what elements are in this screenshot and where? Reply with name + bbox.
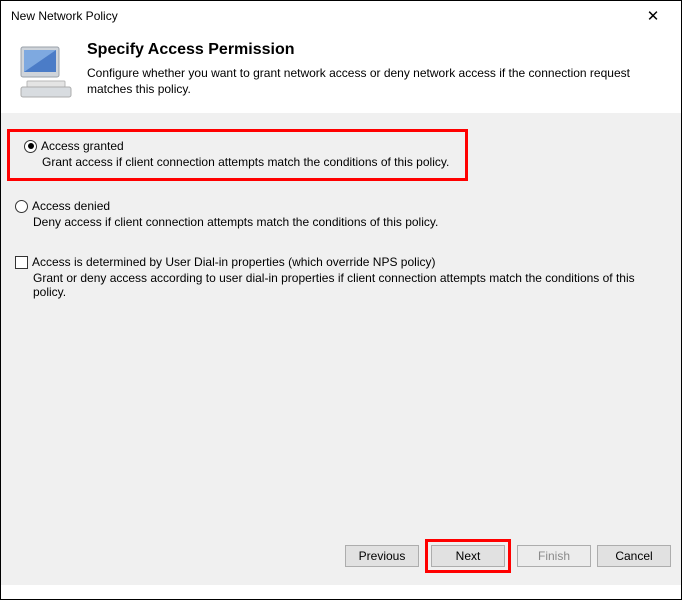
option-desc-denied: Deny access if client connection attempt… xyxy=(33,215,669,229)
close-icon: ✕ xyxy=(647,7,660,25)
highlight-access-granted: Access granted Grant access if client co… xyxy=(7,129,468,181)
page-description: Configure whether you want to grant netw… xyxy=(87,65,667,97)
highlight-next-button: Next xyxy=(425,539,511,573)
radio-icon xyxy=(24,140,37,153)
monitor-icon xyxy=(15,41,73,99)
close-button[interactable]: ✕ xyxy=(633,2,673,30)
radio-icon xyxy=(15,200,28,213)
radio-label: Access denied xyxy=(32,199,110,213)
option-desc-dialin: Grant or deny access according to user d… xyxy=(33,271,669,299)
finish-button: Finish xyxy=(517,545,591,567)
next-button[interactable]: Next xyxy=(431,545,505,567)
window-title: New Network Policy xyxy=(11,9,118,23)
checkbox-dialin[interactable]: Access is determined by User Dial-in pro… xyxy=(15,255,669,269)
wizard-header: Specify Access Permission Configure whet… xyxy=(1,31,681,113)
radio-access-granted[interactable]: Access granted xyxy=(24,139,449,153)
radio-access-denied[interactable]: Access denied xyxy=(15,199,669,213)
wizard-buttons: Previous Next Finish Cancel xyxy=(345,539,671,573)
page-title: Specify Access Permission xyxy=(87,41,667,59)
cancel-button[interactable]: Cancel xyxy=(597,545,671,567)
radio-label: Access granted xyxy=(41,139,124,153)
titlebar: New Network Policy ✕ xyxy=(1,1,681,31)
previous-button[interactable]: Previous xyxy=(345,545,419,567)
checkbox-label: Access is determined by User Dial-in pro… xyxy=(32,255,435,269)
option-desc-granted: Grant access if client connection attemp… xyxy=(42,155,449,169)
checkbox-icon xyxy=(15,256,28,269)
content-area: Access granted Grant access if client co… xyxy=(1,113,681,585)
